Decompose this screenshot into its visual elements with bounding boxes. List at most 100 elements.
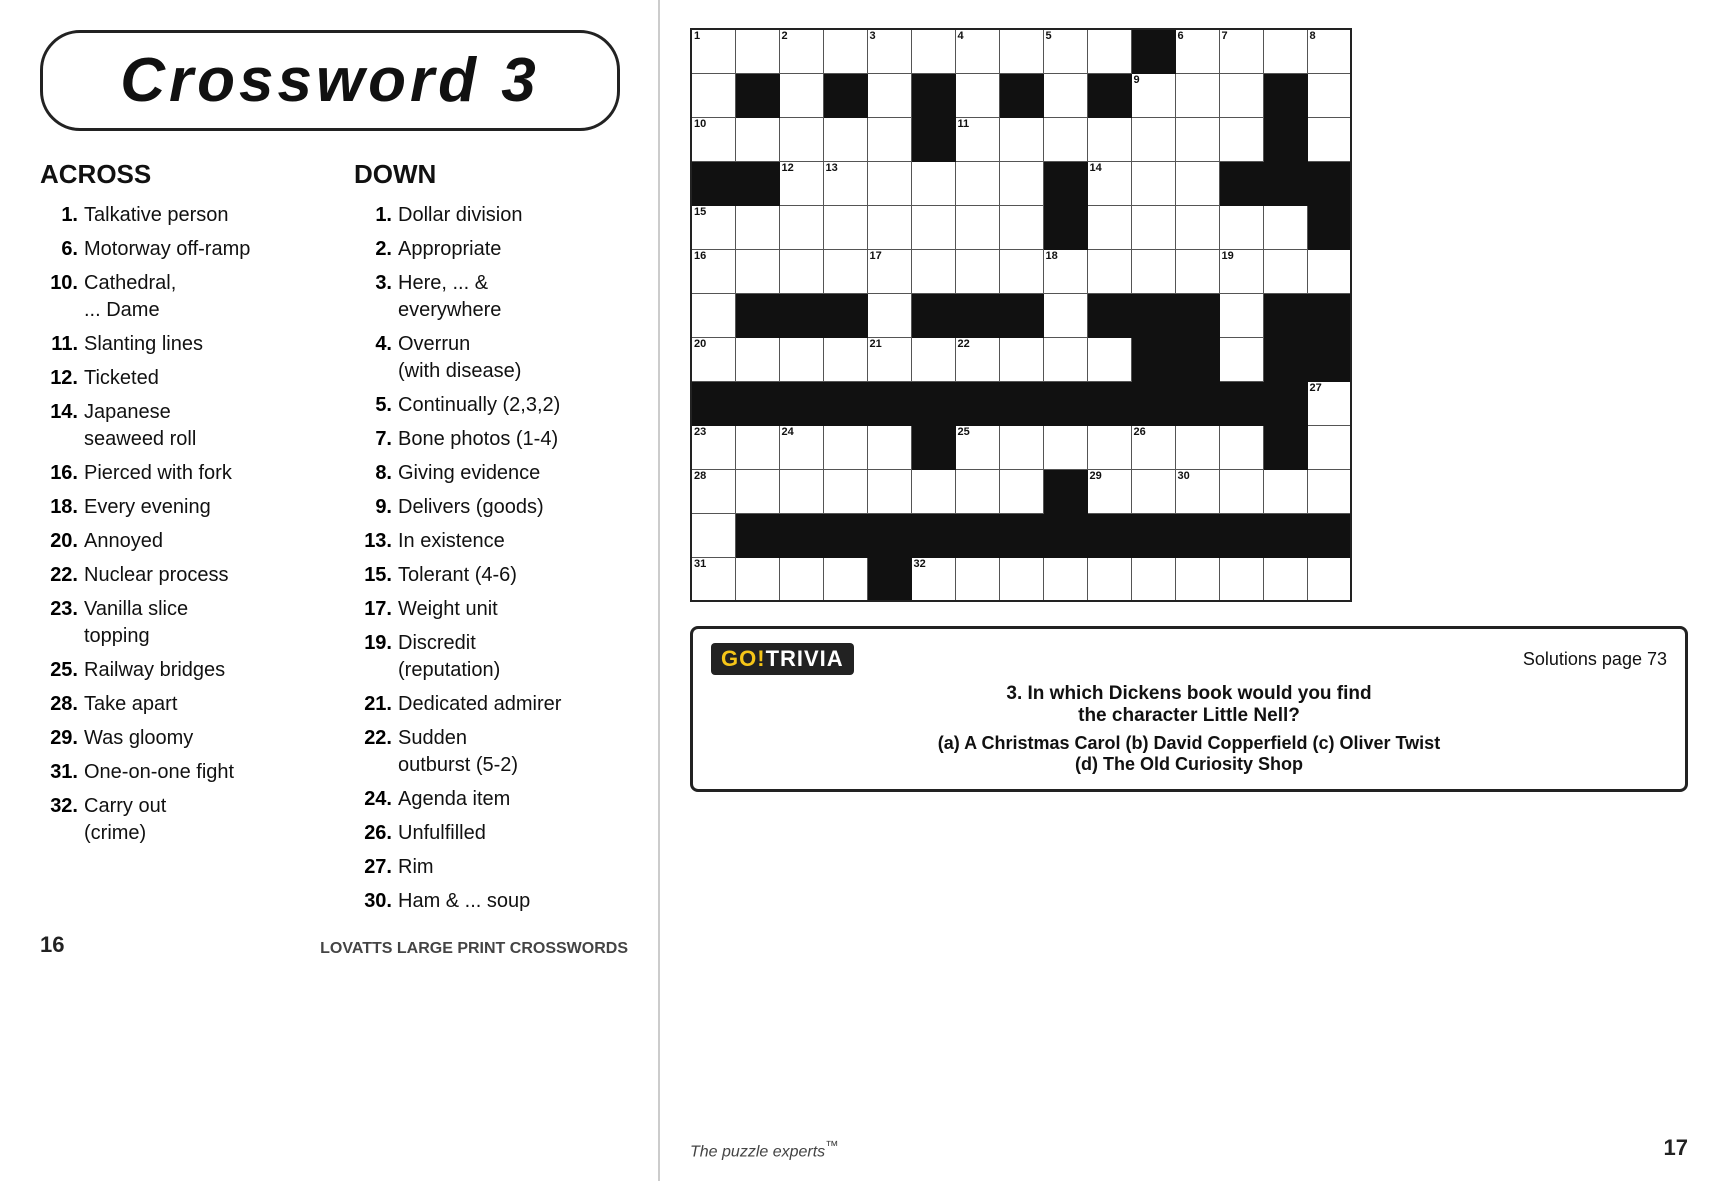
table-row xyxy=(691,513,735,557)
table-row xyxy=(911,337,955,381)
list-item: 6.Motorway off-ramp xyxy=(40,236,314,263)
list-item: 8.Giving evidence xyxy=(354,460,628,487)
table-row xyxy=(779,117,823,161)
table-row xyxy=(1043,161,1087,205)
list-item: 30.Ham & ... soup xyxy=(354,888,628,915)
table-row xyxy=(867,205,911,249)
clue-number: 32. xyxy=(40,793,78,847)
table-row xyxy=(1219,469,1263,513)
table-row xyxy=(955,73,999,117)
table-row xyxy=(867,557,911,601)
clue-text: Unfulfilled xyxy=(398,820,486,847)
table-row xyxy=(911,425,955,469)
table-row: 28 xyxy=(691,469,735,513)
clue-text: Carry out(crime) xyxy=(84,793,166,847)
table-row xyxy=(1307,205,1351,249)
table-row xyxy=(1175,293,1219,337)
table-row xyxy=(1219,293,1263,337)
table-row xyxy=(1219,557,1263,601)
table-row: 14 xyxy=(1087,161,1131,205)
page-number-left: 16 xyxy=(40,932,64,958)
table-row xyxy=(1087,117,1131,161)
cell-number: 20 xyxy=(694,339,706,350)
list-item: 12.Ticketed xyxy=(40,365,314,392)
list-item: 18.Every evening xyxy=(40,494,314,521)
table-row xyxy=(735,293,779,337)
table-row xyxy=(1131,249,1175,293)
list-item: 5.Continually (2,3,2) xyxy=(354,392,628,419)
clue-text: Ham & ... soup xyxy=(398,888,530,915)
table-row: 23 xyxy=(691,425,735,469)
list-item: 27.Rim xyxy=(354,854,628,881)
table-row: 25 xyxy=(955,425,999,469)
table-row xyxy=(1175,337,1219,381)
table-row xyxy=(735,205,779,249)
table-row xyxy=(779,381,823,425)
cell-number: 27 xyxy=(1310,383,1322,394)
clues-container: ACROSS 1.Talkative person 6.Motorway off-… xyxy=(40,159,628,922)
table-row xyxy=(955,205,999,249)
table-row xyxy=(1043,293,1087,337)
table-row xyxy=(1219,337,1263,381)
table-row xyxy=(955,161,999,205)
crossword-grid-container: 1234567891011121314151617181920212227232… xyxy=(690,28,1688,602)
table-row xyxy=(911,205,955,249)
table-row xyxy=(1263,469,1307,513)
cell-number: 17 xyxy=(870,251,882,262)
clue-text: Japaneseseaweed roll xyxy=(84,399,196,453)
table-row xyxy=(1131,161,1175,205)
table-row xyxy=(779,249,823,293)
table-row xyxy=(1087,73,1131,117)
trivia-box: GO!TRIVIA Solutions page 73 3. In which … xyxy=(690,626,1688,792)
trivia-solutions: Solutions page 73 xyxy=(1523,649,1667,670)
cell-number: 28 xyxy=(694,471,706,482)
table-row xyxy=(1087,557,1131,601)
puzzle-experts-label: The puzzle experts xyxy=(690,1143,825,1160)
down-header: DOWN xyxy=(354,159,628,190)
table-row xyxy=(1131,381,1175,425)
table-row xyxy=(735,117,779,161)
table-row xyxy=(867,293,911,337)
table-row xyxy=(735,513,779,557)
table-row xyxy=(999,425,1043,469)
table-row xyxy=(867,73,911,117)
table-row xyxy=(999,117,1043,161)
clue-number: 31. xyxy=(40,759,78,786)
page-number-right: 17 xyxy=(1664,1135,1688,1161)
table-row xyxy=(955,469,999,513)
table-row xyxy=(1307,557,1351,601)
clue-text: Rim xyxy=(398,854,434,881)
table-row xyxy=(955,293,999,337)
footer-center: LOVATTS LARGE PRINT CROSSWORDS xyxy=(320,940,628,958)
clue-text: Bone photos (1-4) xyxy=(398,426,558,453)
table-row xyxy=(999,249,1043,293)
table-row xyxy=(955,557,999,601)
list-item: 23.Vanilla slicetopping xyxy=(40,596,314,650)
table-row xyxy=(911,73,955,117)
table-row xyxy=(999,29,1043,73)
clue-text: Tolerant (4-6) xyxy=(398,562,517,589)
table-row: 16 xyxy=(691,249,735,293)
title-box: Crossword 3 xyxy=(40,30,620,131)
clue-number: 25. xyxy=(40,657,78,684)
table-row xyxy=(1219,425,1263,469)
table-row xyxy=(823,425,867,469)
left-footer: 16 LOVATTS LARGE PRINT CROSSWORDS xyxy=(40,922,628,958)
table-row xyxy=(1307,513,1351,557)
clue-number: 27. xyxy=(354,854,392,881)
clue-number: 23. xyxy=(40,596,78,650)
across-header: ACROSS xyxy=(40,159,314,190)
cell-number: 22 xyxy=(958,339,970,350)
list-item: 1.Talkative person xyxy=(40,202,314,229)
table-row: 8 xyxy=(1307,29,1351,73)
list-item: 24.Agenda item xyxy=(354,786,628,813)
trademark: ™ xyxy=(825,1138,838,1153)
list-item: 3.Here, ... &everywhere xyxy=(354,270,628,324)
table-row xyxy=(867,117,911,161)
table-row xyxy=(1307,337,1351,381)
clue-number: 17. xyxy=(354,596,392,623)
table-row xyxy=(911,293,955,337)
table-row xyxy=(1043,73,1087,117)
clue-text: Continually (2,3,2) xyxy=(398,392,560,419)
across-column: ACROSS 1.Talkative person 6.Motorway off-… xyxy=(40,159,314,922)
